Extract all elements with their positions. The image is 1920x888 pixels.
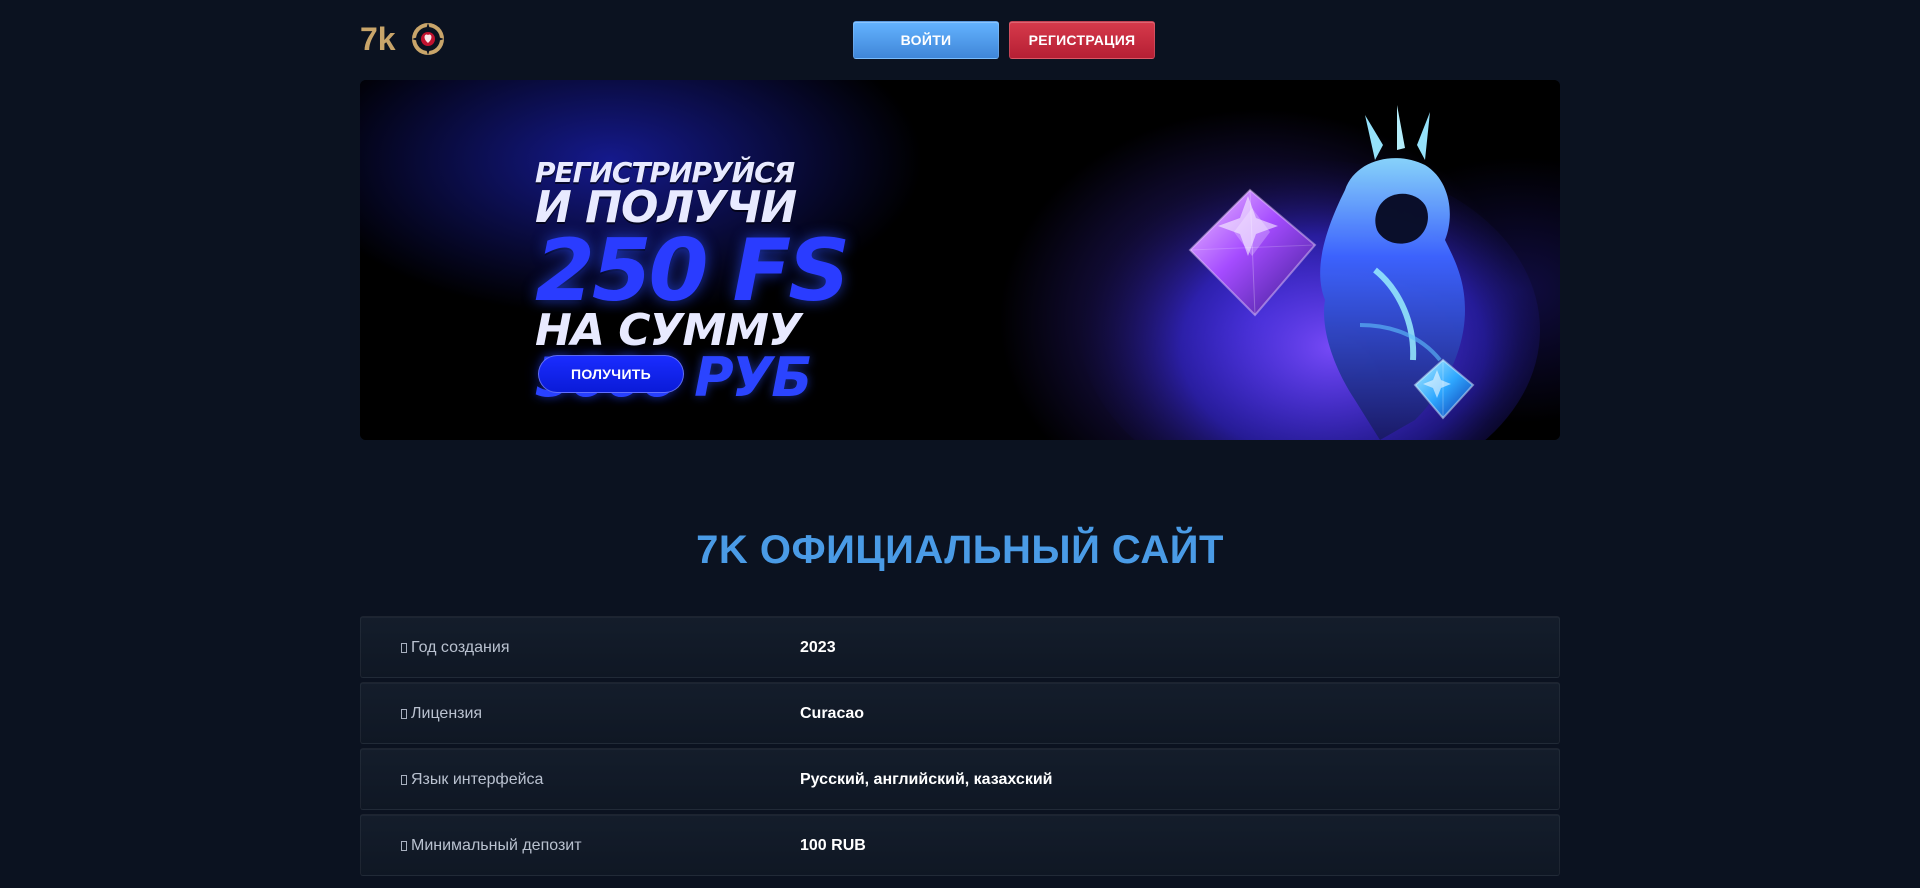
info-value: Русский, английский, казахский — [800, 771, 1053, 788]
info-value: Curacao — [800, 705, 865, 722]
logo-7k-chip-icon: 7k — [360, 21, 444, 57]
info-label-text: Год создания — [411, 639, 510, 656]
logo-chip — [412, 23, 444, 55]
info-value: 100 RUB — [800, 837, 866, 854]
info-label: Язык интерфейса — [401, 749, 543, 811]
page-title: 7K ОФИЦИАЛЬНЫЙ САЙТ — [696, 528, 1224, 572]
square-marker-icon — [401, 841, 407, 851]
info-value: 2023 — [800, 639, 836, 656]
info-row: Лицензия Curacao — [360, 682, 1560, 744]
info-label-text: Минимальный депозит — [411, 837, 582, 854]
banner-illustration — [1080, 105, 1540, 440]
info-row: Минимальный депозит 100 RUB — [360, 814, 1560, 876]
info-label-text: Язык интерфейса — [411, 771, 544, 788]
page: 7k ВОЙТИ РЕГИСТРАЦИЯ РЕГИСТРИРУЙСЯ И ПОЛ… — [0, 0, 1920, 888]
logo-text: 7k — [360, 21, 396, 57]
info-label: Год создания — [401, 617, 509, 679]
info-row: Год создания 2023 — [360, 616, 1560, 678]
auth-actions: ВОЙТИ РЕГИСТРАЦИЯ — [853, 21, 1155, 59]
register-button[interactable]: РЕГИСТРАЦИЯ — [1009, 21, 1155, 59]
get-bonus-button[interactable]: ПОЛУЧИТЬ — [538, 355, 684, 393]
info-label: Лицензия — [401, 683, 482, 745]
promo-banner[interactable]: РЕГИСТРИРУЙСЯ И ПОЛУЧИ 250 FS НА СУММУ 5… — [360, 80, 1560, 440]
square-marker-icon — [401, 775, 407, 785]
info-table: Год создания 2023 Лицензия Curacao Язык … — [360, 616, 1560, 880]
brand-logo[interactable]: 7k — [360, 18, 452, 60]
top-header: 7k ВОЙТИ РЕГИСТРАЦИЯ — [360, 10, 1560, 70]
banner-line-2: И ПОЛУЧИ 250 FS — [535, 185, 955, 322]
info-label-text: Лицензия — [411, 705, 483, 722]
banner-line-2-right: 250 FS — [535, 221, 850, 322]
info-row: Язык интерфейса Русский, английский, каз… — [360, 748, 1560, 810]
info-label: Минимальный депозит — [401, 815, 582, 877]
login-button[interactable]: ВОЙТИ — [853, 21, 999, 59]
square-marker-icon — [401, 643, 407, 653]
square-marker-icon — [401, 709, 407, 719]
illustration-glow — [1080, 160, 1540, 440]
